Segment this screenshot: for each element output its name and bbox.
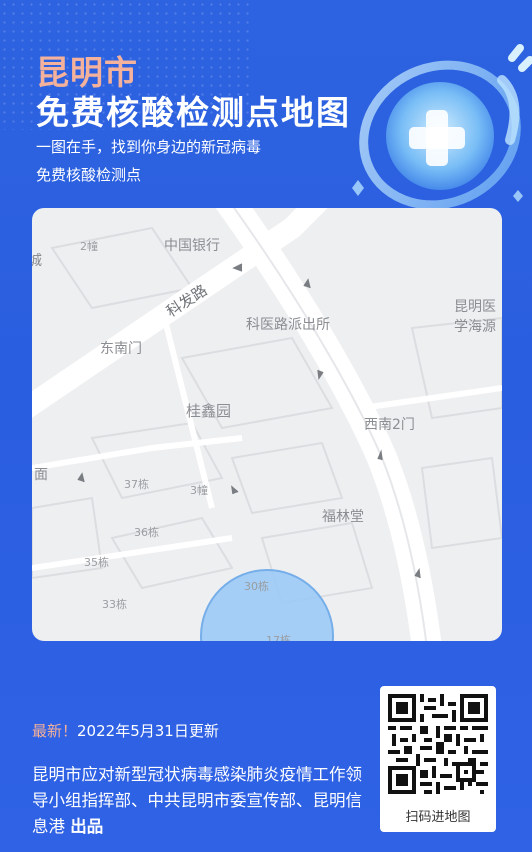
map-label-building-33: 33栋 [102,598,127,611]
update-prefix: 最新！ [32,722,78,740]
page-title: 免费核酸检测点地图 [36,93,351,132]
map-label-gate-west-south2: 西南2门 [364,417,415,433]
map-label-police: 科医路派出所 [246,317,330,333]
map-streets [32,208,502,641]
subtitle-line-1: 一图在手，找到你身边的新冠病毒 [36,138,262,156]
publisher-suffix: 出品 [70,817,104,836]
publisher-text: 昆明市应对新型冠状病毒感染肺炎疫情工作领导小组指挥部、中共昆明市委宣传部、昆明信… [32,762,372,840]
qr-code-card[interactable]: 扫码进地图 [380,686,496,832]
medical-cross-emblem-icon [352,44,532,210]
map-label-building-30: 30栋 [244,580,269,593]
map-label-building-37: 37栋 [124,478,149,491]
update-date: 2022年5月31日更新 [77,722,219,740]
map-label-edge-left-mid: 面 [34,467,48,483]
map-label-bank: 中国银行 [164,238,220,254]
map-label-edge-left-top: 城 [32,253,42,269]
map-label-fulin: 福林堂 [322,509,364,525]
map-view[interactable]: 中国银行 科发路 科医路派出所 东南门 桂鑫园 西南2门 福林堂 2幢 3幢 3… [32,208,502,641]
map-label-edge-right-2: 学海源 [454,319,496,335]
map-label-building-36: 36栋 [134,526,159,539]
map-label-edge-right-1: 昆明医 [454,299,496,315]
qr-code-icon[interactable] [388,694,488,794]
map-label-community: 桂鑫园 [186,402,232,420]
page-subtitle: 一图在手，找到你身边的新冠病毒 免费核酸检测点 [36,133,336,189]
map-label-building-3: 3幢 [190,484,208,497]
qr-code-label: 扫码进地图 [405,810,471,825]
map-label-building-17: 17栋 [266,634,291,641]
map-label-gate-southeast: 东南门 [100,341,142,357]
map-label-building-35: 35栋 [84,556,109,569]
subtitle-line-2: 免费核酸检测点 [36,166,142,184]
map-label-building-2: 2幢 [80,240,98,253]
update-notice: 最新！2022年5月31日更新 [32,720,219,741]
